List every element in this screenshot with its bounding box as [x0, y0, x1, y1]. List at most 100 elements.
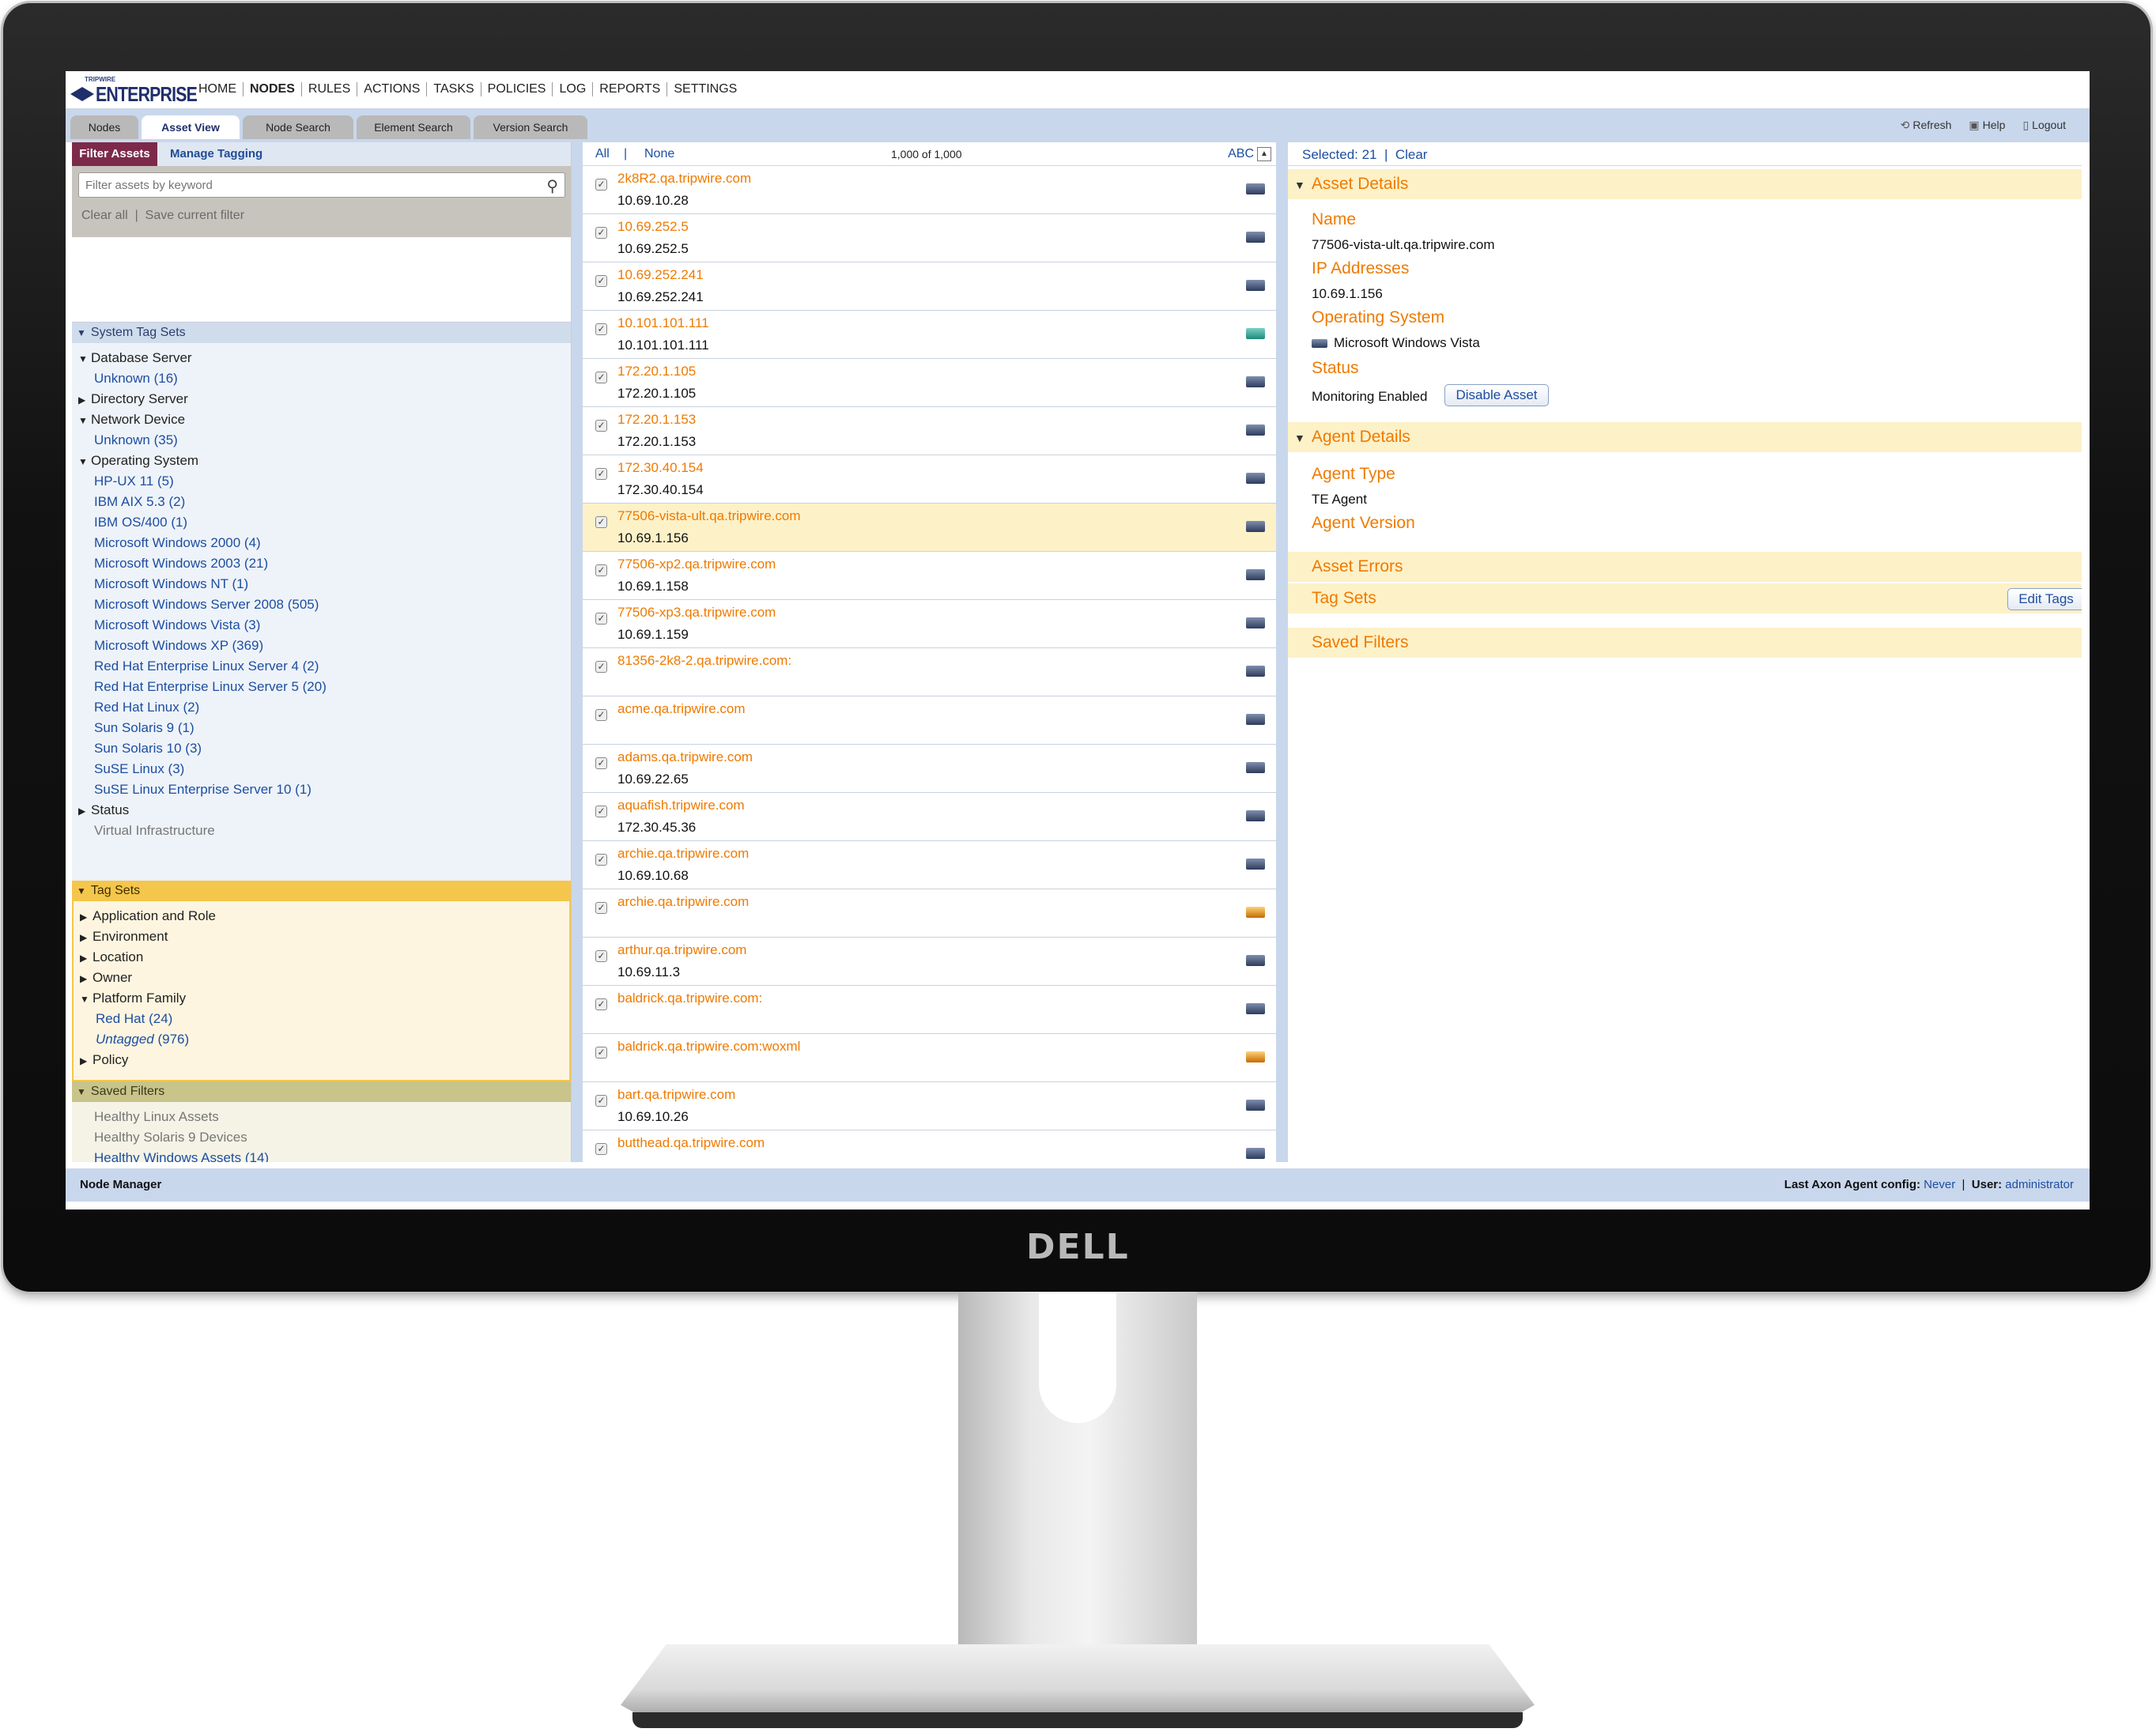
asset-row[interactable]: ✓ baldrick.qa.tripwire.com:woxml	[583, 1034, 1276, 1082]
saved-filters-details-header[interactable]: Saved Filters	[1288, 628, 2082, 658]
agent-config-value[interactable]: Never	[1924, 1178, 1955, 1191]
asset-row[interactable]: ✓ 77506-xp3.qa.tripwire.com 10.69.1.159	[583, 600, 1276, 648]
asset-row[interactable]: ✓ 172.20.1.153 172.20.1.153	[583, 407, 1276, 455]
tree-leaf[interactable]: Red Hat (24)	[74, 1009, 569, 1029]
tree-leaf[interactable]: SuSE Linux (3)	[72, 759, 571, 779]
filter-assets-tab[interactable]: Filter Assets	[72, 142, 157, 166]
expanded-triangle-icon[interactable]: ▼	[78, 451, 91, 472]
row-checkbox[interactable]: ✓	[595, 468, 607, 480]
search-input[interactable]	[79, 173, 522, 197]
row-checkbox[interactable]: ✓	[595, 1143, 607, 1155]
asset-row[interactable]: ✓ archie.qa.tripwire.com	[583, 889, 1276, 938]
asset-row[interactable]: ✓ bart.qa.tripwire.com 10.69.10.26	[583, 1082, 1276, 1130]
expanded-triangle-icon[interactable]: ▼	[78, 410, 91, 431]
asset-hostname[interactable]: archie.qa.tripwire.com	[617, 846, 749, 862]
tree-node[interactable]: ▶ Environment	[74, 926, 569, 947]
asset-hostname[interactable]: 10.69.252.5	[617, 219, 689, 235]
tree-leaf[interactable]: Virtual Infrastructure	[72, 821, 571, 841]
asset-errors-header[interactable]: Asset Errors	[1288, 552, 2082, 582]
row-checkbox[interactable]: ✓	[595, 179, 607, 191]
asset-details-header[interactable]: ▼ Asset Details	[1288, 169, 2082, 199]
tree-leaf[interactable]: Microsoft Windows NT (1)	[72, 574, 571, 594]
asset-row[interactable]: ✓ 172.30.40.154 172.30.40.154	[583, 455, 1276, 504]
tree-leaf[interactable]: Healthy Solaris 9 Devices	[72, 1127, 571, 1148]
tree-leaf[interactable]: IBM AIX 5.3 (2)	[72, 492, 571, 512]
asset-row[interactable]: ✓ 2k8R2.qa.tripwire.com 10.69.10.28	[583, 166, 1276, 214]
splitter-right[interactable]	[1277, 142, 1288, 1162]
expanded-triangle-icon[interactable]: ▼	[78, 349, 91, 369]
tree-node[interactable]: ▼ Network Device	[72, 409, 571, 430]
tree-node[interactable]: ▶ Policy	[74, 1050, 569, 1070]
tree-leaf[interactable]: IBM OS/400 (1)	[72, 512, 571, 533]
row-checkbox[interactable]: ✓	[595, 1095, 607, 1107]
row-checkbox[interactable]: ✓	[595, 998, 607, 1010]
asset-row[interactable]: ✓ butthead.qa.tripwire.com	[583, 1130, 1276, 1162]
tree-node[interactable]: ▶ Owner	[74, 968, 569, 988]
tree-leaf[interactable]: Red Hat Enterprise Linux Server 5 (20)	[72, 677, 571, 697]
splitter-left[interactable]	[572, 142, 583, 1162]
row-checkbox[interactable]: ✓	[595, 613, 607, 625]
asset-hostname[interactable]: 77506-vista-ult.qa.tripwire.com	[617, 508, 800, 524]
asset-hostname[interactable]: baldrick.qa.tripwire.com:woxml	[617, 1039, 800, 1055]
asset-row[interactable]: ✓ 10.69.252.5 10.69.252.5	[583, 214, 1276, 262]
asset-row[interactable]: ✓ adams.qa.tripwire.com 10.69.22.65	[583, 745, 1276, 793]
tree-leaf[interactable]: Healthy Windows Assets (14)	[72, 1148, 571, 1162]
search-icon[interactable]: ⚲	[546, 176, 558, 196]
row-checkbox[interactable]: ✓	[595, 372, 607, 383]
row-checkbox[interactable]: ✓	[595, 854, 607, 866]
select-all-link[interactable]: All	[595, 147, 610, 161]
tree-node[interactable]: ▼ Platform Family	[74, 988, 569, 1009]
asset-row[interactable]: ✓ 10.101.101.111 10.101.101.111	[583, 311, 1276, 359]
tree-node[interactable]: ▶ Location	[74, 947, 569, 968]
tag-sets-header[interactable]: ▼ Tag Sets	[72, 881, 571, 901]
tab-version-search[interactable]: Version Search	[474, 115, 587, 139]
collapsed-triangle-icon[interactable]: ▶	[80, 927, 93, 948]
asset-hostname[interactable]: 172.30.40.154	[617, 460, 704, 476]
expanded-triangle-icon[interactable]: ▼	[80, 989, 93, 1010]
tree-leaf[interactable]: Microsoft Windows XP (369)	[72, 636, 571, 656]
asset-hostname[interactable]: 77506-xp2.qa.tripwire.com	[617, 557, 776, 572]
asset-row[interactable]: ✓ 77506-xp2.qa.tripwire.com 10.69.1.158	[583, 552, 1276, 600]
tree-node[interactable]: ▶ Status	[72, 800, 571, 821]
tree-leaf[interactable]: Microsoft Windows Server 2008 (505)	[72, 594, 571, 615]
asset-hostname[interactable]: 10.101.101.111	[617, 315, 709, 331]
asset-row[interactable]: ✓ 172.20.1.105 172.20.1.105	[583, 359, 1276, 407]
collapsed-triangle-icon[interactable]: ▶	[80, 1051, 93, 1071]
sort-label[interactable]: ABC	[1228, 147, 1254, 161]
collapsed-triangle-icon[interactable]: ▶	[78, 801, 91, 821]
tag-sets-details-title[interactable]: Tag Sets	[1312, 589, 1376, 607]
collapsed-triangle-icon[interactable]: ▶	[80, 968, 93, 989]
asset-hostname[interactable]: adams.qa.tripwire.com	[617, 749, 753, 765]
row-checkbox[interactable]: ✓	[595, 709, 607, 721]
asset-hostname[interactable]: 81356-2k8-2.qa.tripwire.com:	[617, 653, 791, 669]
tab-element-search[interactable]: Element Search	[357, 115, 470, 139]
nav-item-actions[interactable]: ACTIONS	[357, 82, 428, 96]
tree-leaf[interactable]: Unknown (35)	[72, 430, 571, 451]
tab-nodes[interactable]: Nodes	[70, 115, 138, 139]
tree-leaf[interactable]: HP-UX 11 (5)	[72, 471, 571, 492]
row-checkbox[interactable]: ✓	[595, 950, 607, 962]
saved-filters-header[interactable]: ▼ Saved Filters	[72, 1081, 571, 1102]
asset-row[interactable]: ✓ baldrick.qa.tripwire.com:	[583, 986, 1276, 1034]
nav-item-settings[interactable]: SETTINGS	[667, 82, 743, 96]
asset-row[interactable]: ✓ 10.69.252.241 10.69.252.241	[583, 262, 1276, 311]
help-link[interactable]: ▣ Help	[1969, 119, 2005, 132]
tree-leaf[interactable]: Red Hat Enterprise Linux Server 4 (2)	[72, 656, 571, 677]
save-filter-link[interactable]: Save current filter	[145, 209, 244, 222]
asset-row[interactable]: ✓ arthur.qa.tripwire.com 10.69.11.3	[583, 938, 1276, 986]
clear-all-link[interactable]: Clear all	[81, 209, 128, 222]
tree-leaf[interactable]: Sun Solaris 9 (1)	[72, 718, 571, 738]
nav-item-home[interactable]: HOME	[192, 82, 244, 96]
tree-leaf[interactable]: Microsoft Windows 2000 (4)	[72, 533, 571, 553]
tree-leaf[interactable]: SuSE Linux Enterprise Server 10 (1)	[72, 779, 571, 800]
disable-asset-button[interactable]: Disable Asset	[1444, 384, 1549, 406]
tree-leaf[interactable]: Microsoft Windows Vista (3)	[72, 615, 571, 636]
collapsed-triangle-icon[interactable]: ▶	[80, 948, 93, 968]
row-checkbox[interactable]: ✓	[595, 806, 607, 817]
row-checkbox[interactable]: ✓	[595, 275, 607, 287]
asset-hostname[interactable]: 172.20.1.153	[617, 412, 696, 428]
asset-row[interactable]: ✓ 81356-2k8-2.qa.tripwire.com:	[583, 648, 1276, 696]
tree-leaf[interactable]: Microsoft Windows 2003 (21)	[72, 553, 571, 574]
asset-hostname[interactable]: 2k8R2.qa.tripwire.com	[617, 171, 751, 187]
agent-details-header[interactable]: ▼ Agent Details	[1288, 422, 2082, 452]
